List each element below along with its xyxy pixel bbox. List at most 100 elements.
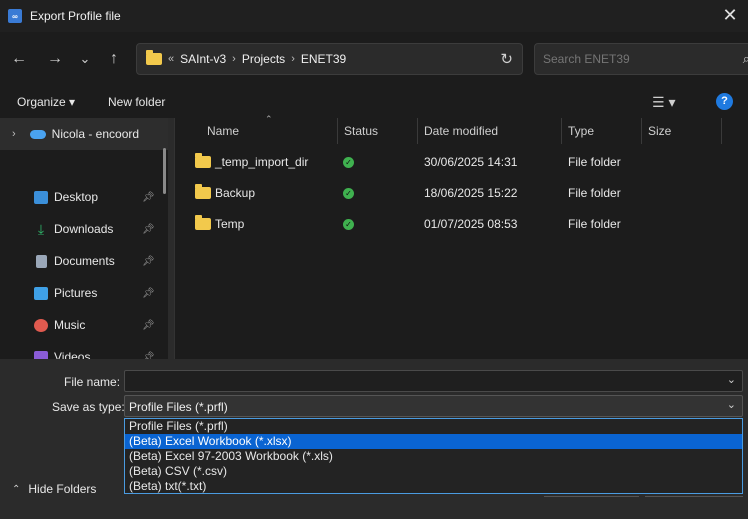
dropdown-option[interactable]: (Beta) Excel 97-2003 Workbook (*.xls) (125, 449, 742, 464)
chevron-right-icon[interactable]: › (12, 128, 16, 140)
pin-icon[interactable]: 📌︎ (142, 320, 155, 331)
column-header-size[interactable]: Size (648, 124, 671, 138)
sidebar-item-label: Documents (54, 254, 115, 268)
breadcrumb-item[interactable]: Projects (242, 52, 285, 66)
window-title: Export Profile file (30, 9, 121, 23)
folder-icon (195, 153, 211, 168)
sidebar-item-label: Desktop (54, 190, 99, 204)
organize-menu[interactable]: Organize ▾ (17, 95, 75, 109)
hide-folders-label: Hide Folders (28, 482, 97, 496)
sidebar-item-onedrive[interactable]: › Nicola - encoord (0, 118, 168, 150)
save-button[interactable] (544, 496, 639, 497)
folder-icon (195, 215, 211, 230)
status-synced-icon: ✓ (343, 157, 354, 168)
back-arrow-icon[interactable]: ← (8, 48, 30, 70)
cancel-button[interactable] (645, 496, 743, 497)
save-type-label: Save as type: (52, 400, 125, 414)
chevron-down-icon[interactable]: ⌄ (727, 373, 736, 386)
search-input[interactable] (543, 52, 713, 66)
search-box[interactable]: ⌕ (534, 43, 748, 75)
pin-icon[interactable]: 📌︎ (142, 224, 155, 235)
dropdown-option[interactable]: Profile Files (*.prfl) (125, 419, 742, 434)
up-arrow-icon[interactable]: ↑ (103, 48, 125, 70)
column-header-name[interactable]: Name (207, 124, 239, 138)
sidebar-item-desktop[interactable]: Desktop 📌︎ (0, 182, 168, 212)
table-row[interactable]: Backup ✓ 18/06/2025 15:22 File folder (175, 178, 748, 208)
sidebar-item-downloads[interactable]: ⤓ Downloads 📌︎ (0, 214, 168, 244)
sidebar-item-label: Downloads (54, 222, 114, 236)
breadcrumb-item[interactable]: SAInt-v3 (180, 52, 226, 66)
file-date: 30/06/2025 14:31 (424, 155, 518, 169)
recent-locations-icon[interactable]: ⌄ (74, 48, 96, 70)
column-divider[interactable] (337, 118, 338, 144)
cloud-icon (29, 129, 46, 139)
folder-icon (195, 184, 211, 199)
column-header-date[interactable]: Date modified (424, 124, 498, 138)
chevron-right-icon[interactable]: › (291, 53, 295, 65)
dropdown-option-selected[interactable]: (Beta) Excel Workbook (*.xlsx) (125, 434, 742, 449)
column-header-type[interactable]: Type (568, 124, 594, 138)
column-divider[interactable] (721, 118, 722, 144)
file-name: Temp (215, 217, 245, 231)
chevron-right-icon[interactable]: › (232, 53, 236, 65)
pin-icon[interactable]: 📌︎ (142, 288, 155, 299)
refresh-icon[interactable]: ↻ (500, 50, 513, 68)
close-icon[interactable]: ✕ (718, 4, 742, 28)
file-date: 18/06/2025 15:22 (424, 186, 518, 200)
file-type: File folder (568, 155, 621, 169)
column-divider[interactable] (417, 118, 418, 144)
pin-icon[interactable]: 📌︎ (142, 192, 155, 203)
command-bar: Organize ▾ New folder ☰ ▾ ? (0, 86, 748, 118)
navigation-bar: ← → ⌄ ↑ « SAInt-v3 › Projects › ENET39 ↻… (0, 32, 748, 86)
address-bar[interactable]: « SAInt-v3 › Projects › ENET39 ↻ (136, 43, 523, 75)
file-name-field[interactable]: ⌄ (124, 370, 743, 392)
breadcrumb-item[interactable]: ENET39 (301, 52, 346, 66)
status-synced-icon: ✓ (343, 219, 354, 230)
breadcrumb-overflow-icon[interactable]: « (168, 53, 174, 65)
title-bar: ∞ Export Profile file ✕ (0, 0, 748, 32)
file-type: File folder (568, 217, 621, 231)
search-icon[interactable]: ⌕ (743, 51, 748, 67)
pin-icon[interactable]: 📌︎ (142, 352, 155, 360)
file-type: File folder (568, 186, 621, 200)
column-divider[interactable] (561, 118, 562, 144)
dropdown-option[interactable]: (Beta) CSV (*.csv) (125, 464, 742, 479)
sidebar-item-videos[interactable]: Videos 📌︎ (0, 342, 168, 359)
chevron-down-icon[interactable]: ⌄ (727, 398, 736, 411)
download-icon: ⤓ (37, 220, 45, 237)
sidebar-item-label: Videos (54, 350, 91, 359)
table-row[interactable]: Temp ✓ 01/07/2025 08:53 File folder (175, 209, 748, 239)
music-icon (34, 318, 48, 332)
forward-arrow-icon[interactable]: → (44, 48, 66, 70)
save-type-dropdown: Profile Files (*.prfl) (Beta) Excel Work… (124, 418, 743, 494)
file-name: Backup (215, 186, 256, 200)
picture-icon (34, 286, 48, 300)
hide-folders-button[interactable]: ⌃ Hide Folders (12, 482, 96, 496)
sidebar-item-music[interactable]: Music 📌︎ (0, 310, 168, 340)
save-type-value: Profile Files (*.prfl) (129, 400, 228, 414)
sidebar-item-pictures[interactable]: Pictures 📌︎ (0, 278, 168, 308)
help-icon[interactable]: ? (716, 93, 733, 110)
sidebar-item-label: Pictures (54, 286, 98, 300)
table-row[interactable]: _temp_import_dir ✓ 30/06/2025 14:31 File… (175, 147, 748, 177)
desktop-icon (34, 190, 48, 204)
navigation-pane: › Nicola - encoord Desktop 📌︎ ⤓ Download… (0, 118, 168, 359)
chevron-up-icon: ⌃ (12, 483, 21, 495)
folder-icon (146, 50, 162, 65)
video-icon (34, 350, 48, 359)
dropdown-option[interactable]: (Beta) txt(*.txt) (125, 479, 742, 494)
sidebar-scrollbar[interactable] (163, 148, 166, 194)
sort-ascending-icon: ⌃ (265, 114, 273, 124)
sidebar-item-label: Music (54, 318, 86, 332)
column-header-status[interactable]: Status (344, 124, 378, 138)
column-divider[interactable] (641, 118, 642, 144)
file-list: Name ⌃ Status Date modified Type Size _t… (175, 114, 748, 359)
file-date: 01/07/2025 08:53 (424, 217, 518, 231)
file-name-label: File name: (64, 375, 121, 389)
view-options-icon[interactable]: ☰ ▾ (652, 94, 675, 111)
pin-icon[interactable]: 📌︎ (142, 256, 155, 267)
new-folder-button[interactable]: New folder (108, 95, 165, 109)
save-type-select[interactable]: Profile Files (*.prfl) ⌄ (124, 395, 743, 417)
file-name: _temp_import_dir (215, 155, 309, 169)
sidebar-item-documents[interactable]: Documents 📌︎ (0, 246, 168, 276)
